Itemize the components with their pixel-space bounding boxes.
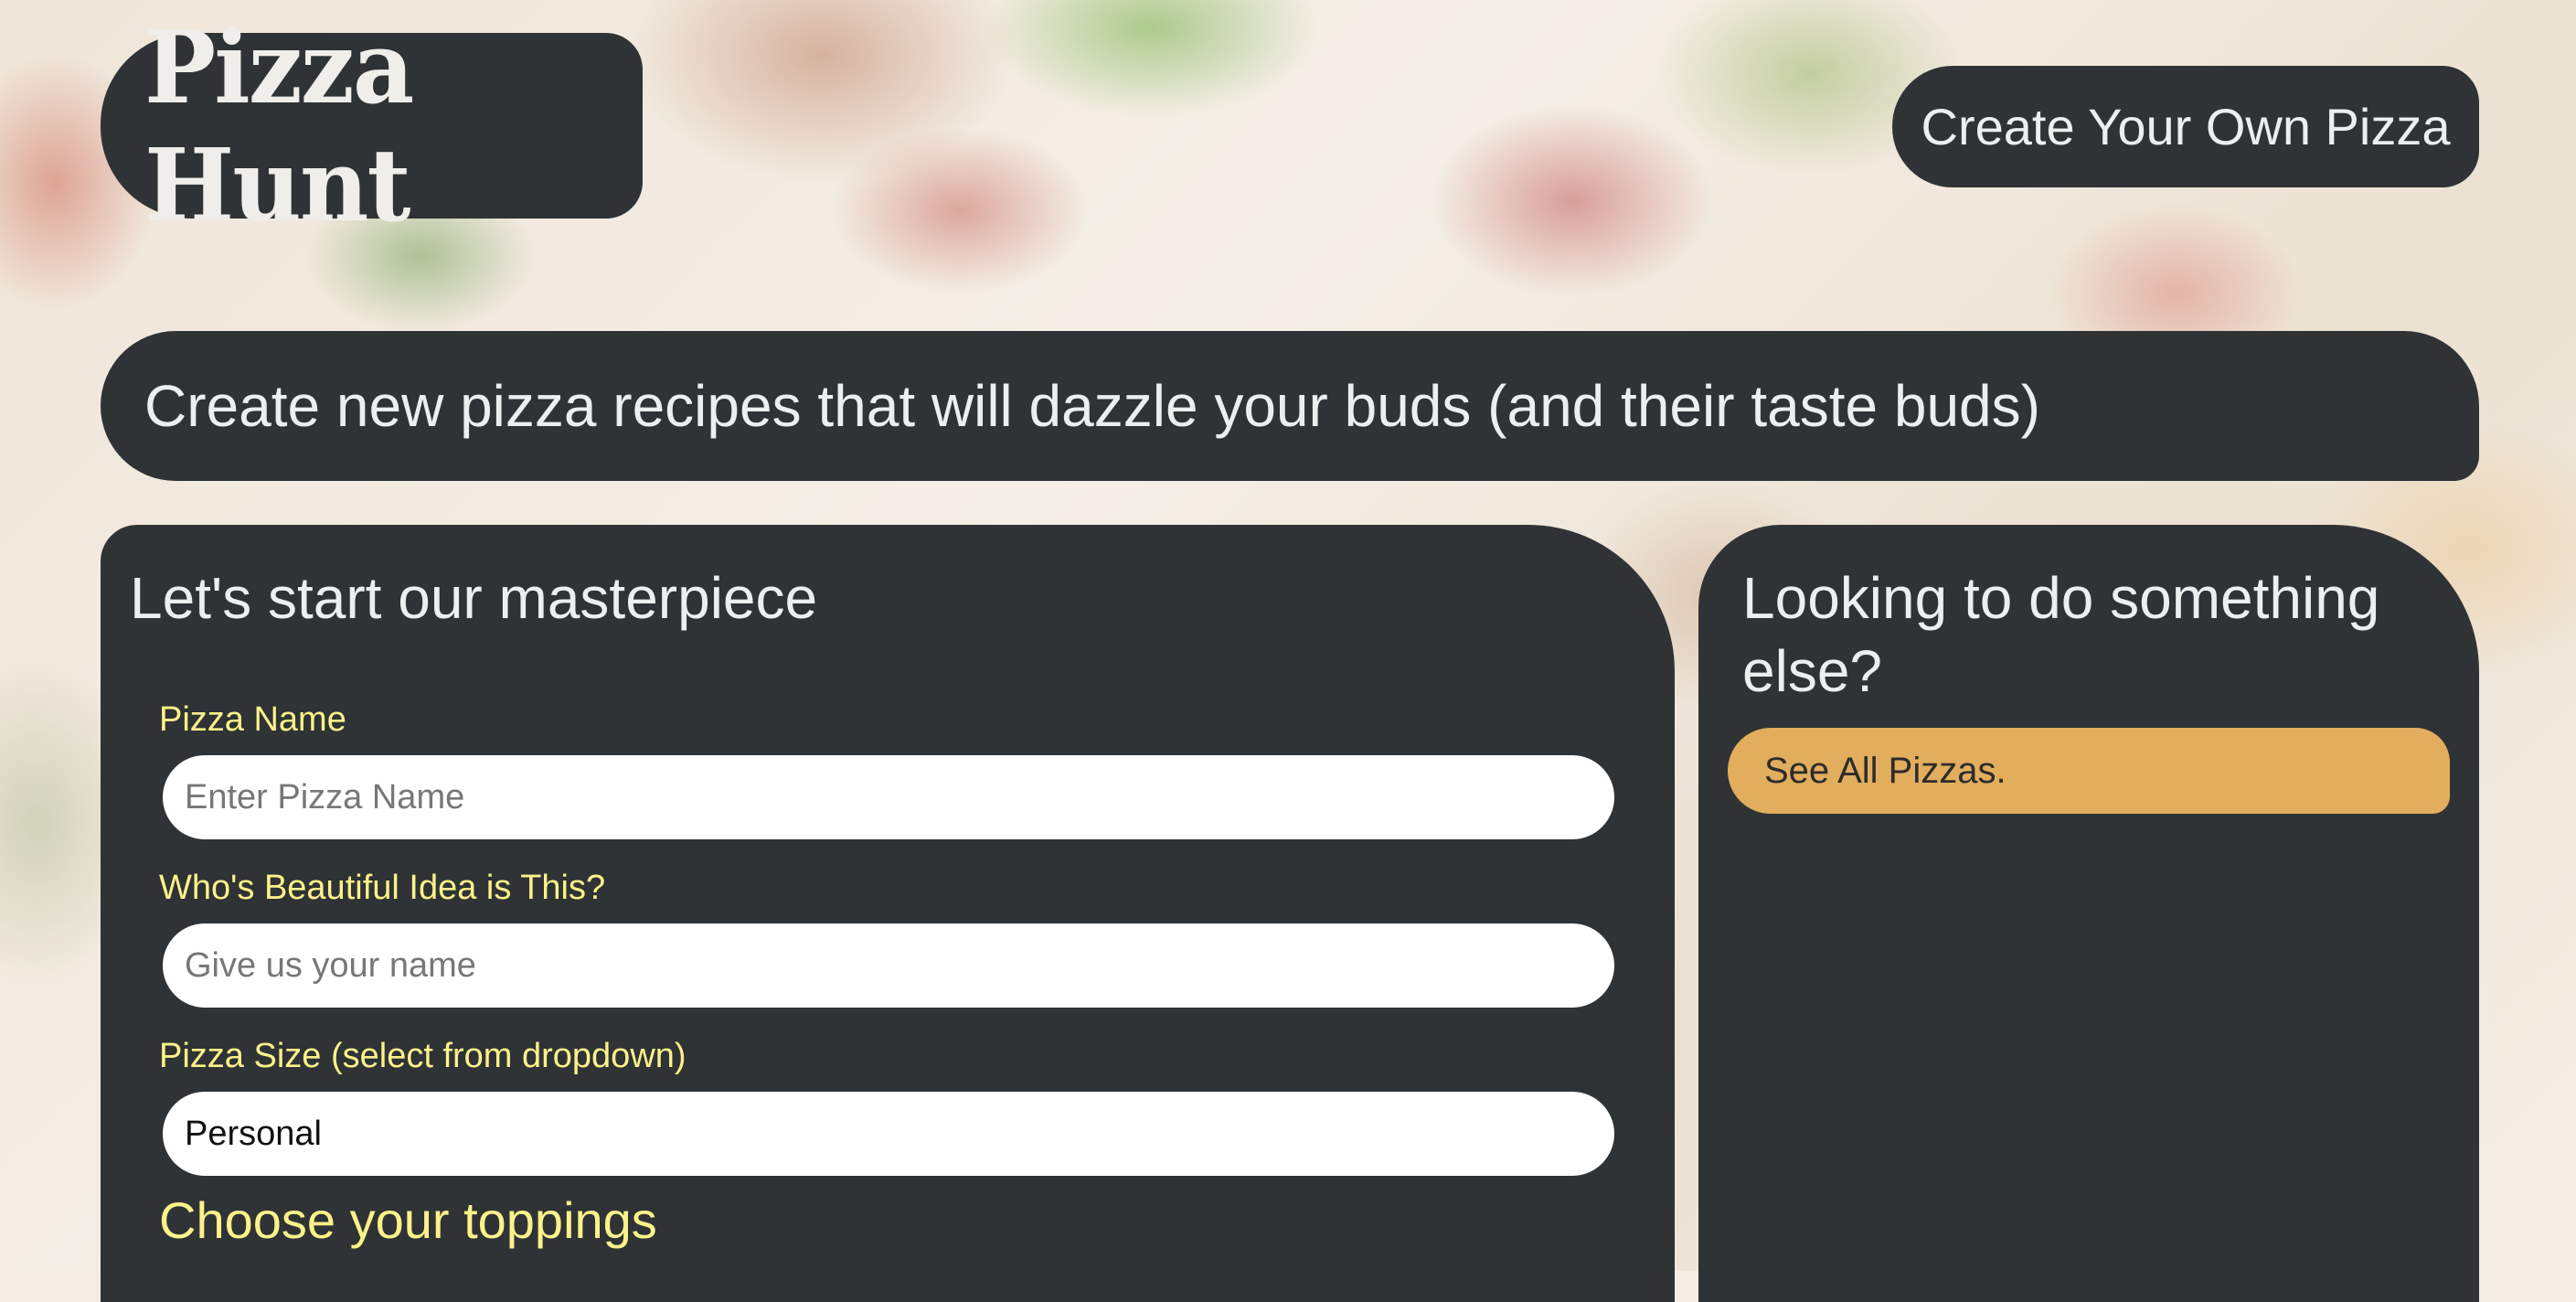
create-pizza-form: Let's start our masterpiece Pizza Name W… (101, 525, 1675, 1302)
pizza-size-label: Pizza Size (select from dropdown) (159, 1037, 687, 1075)
creator-name-input[interactable] (163, 923, 1614, 1008)
sidebar-heading: Looking to do something else? (1742, 565, 2380, 704)
pizza-name-input[interactable] (163, 755, 1614, 839)
toppings-heading: Choose your toppings (159, 1191, 657, 1249)
creator-name-label: Who's Beautiful Idea is This? (159, 869, 606, 907)
pizza-size-select[interactable]: Personal (163, 1092, 1614, 1176)
form-heading: Let's start our masterpiece (130, 565, 818, 631)
logo[interactable]: Pizza Hunt (101, 7, 643, 244)
pizza-name-label: Pizza Name (159, 700, 346, 739)
pizza-size-selected-value: Personal (185, 1114, 322, 1153)
logo-text: Pizza Hunt (144, 7, 414, 244)
create-your-own-pizza-button[interactable]: Create Your Own Pizza (1892, 66, 2479, 187)
see-all-pizzas-button[interactable]: See All Pizzas. (1728, 728, 2450, 814)
tagline-banner: Create new pizza recipes that will dazzl… (101, 331, 2479, 481)
sidebar-panel: Looking to do something else? See All Pi… (1698, 525, 2479, 1302)
